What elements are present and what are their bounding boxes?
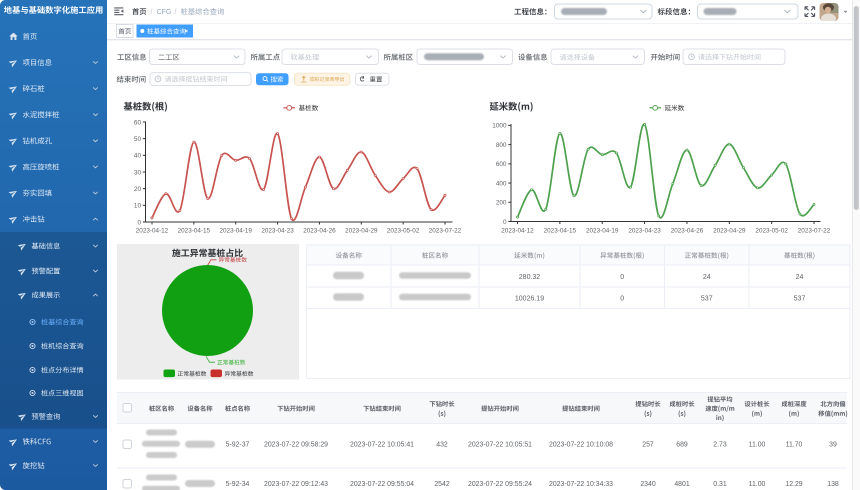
svg-text:20: 20 <box>134 186 142 193</box>
svg-text:60: 60 <box>134 119 142 126</box>
svg-text:2023-04-29: 2023-04-29 <box>713 228 746 235</box>
svg-text:0: 0 <box>503 219 507 226</box>
svg-text:12.29: 12.29 <box>785 481 802 488</box>
svg-text:5-92-37: 5-92-37 <box>226 442 250 449</box>
svg-text:280.32: 280.32 <box>519 274 541 281</box>
svg-text:257: 257 <box>642 442 654 449</box>
svg-text:2023-07-22: 2023-07-22 <box>798 228 831 235</box>
svg-text:2542: 2542 <box>434 481 449 488</box>
svg-text:2023-07-22 09:12:43: 2023-07-22 09:12:43 <box>264 481 328 488</box>
svg-text:2023-04-26: 2023-04-26 <box>303 228 336 235</box>
svg-text:11.70: 11.70 <box>786 442 803 449</box>
svg-text:24: 24 <box>796 274 804 281</box>
svg-text:2023-04-23: 2023-04-23 <box>628 228 661 235</box>
svg-text:2023-07-22 09:55:24: 2023-07-22 09:55:24 <box>468 481 532 488</box>
svg-text:2023-04-23: 2023-04-23 <box>261 228 294 235</box>
svg-text:24: 24 <box>703 274 711 281</box>
svg-text:2023-04-26: 2023-04-26 <box>671 228 704 235</box>
svg-text:10: 10 <box>134 203 142 210</box>
svg-text:2023-05-02: 2023-05-02 <box>755 228 788 235</box>
svg-text:200: 200 <box>496 200 507 207</box>
svg-text:2023-07-22 10:05:51: 2023-07-22 10:05:51 <box>468 442 532 449</box>
svg-text:39: 39 <box>829 442 837 449</box>
svg-text:2023-04-15: 2023-04-15 <box>178 228 211 235</box>
svg-text:2.73: 2.73 <box>713 442 727 449</box>
svg-text:400: 400 <box>496 180 507 187</box>
svg-text:2023-07-22 09:55:04: 2023-07-22 09:55:04 <box>350 481 414 488</box>
svg-text:11.00: 11.00 <box>749 481 766 488</box>
svg-text:2023-05-02: 2023-05-02 <box>387 228 420 235</box>
svg-text:689: 689 <box>676 442 688 449</box>
svg-text:4801: 4801 <box>674 481 689 488</box>
svg-text:537: 537 <box>794 295 806 302</box>
svg-text:1000: 1000 <box>492 123 507 130</box>
svg-text:2023-07-22: 2023-07-22 <box>429 228 462 235</box>
svg-text:800: 800 <box>496 142 507 149</box>
svg-text:0: 0 <box>620 274 624 281</box>
svg-text:600: 600 <box>496 161 507 168</box>
svg-text:/: / <box>151 9 153 16</box>
svg-text:2023-04-12: 2023-04-12 <box>501 228 534 235</box>
svg-text:50: 50 <box>134 136 142 143</box>
svg-text:0: 0 <box>137 219 141 226</box>
svg-text:/: / <box>175 9 177 16</box>
svg-text:2023-04-19: 2023-04-19 <box>586 228 619 235</box>
svg-text:2340: 2340 <box>640 481 655 488</box>
svg-text:2023-07-22 10:05:41: 2023-07-22 10:05:41 <box>350 442 414 449</box>
svg-text:11.00: 11.00 <box>749 442 766 449</box>
svg-text:2023-04-15: 2023-04-15 <box>544 228 577 235</box>
svg-text:138: 138 <box>827 481 839 488</box>
svg-text:2023-04-29: 2023-04-29 <box>345 228 378 235</box>
svg-text:5-92-34: 5-92-34 <box>226 481 250 488</box>
svg-text:10026.19: 10026.19 <box>515 295 544 302</box>
svg-text:0: 0 <box>620 295 624 302</box>
svg-text:2023-07-22 09:58:29: 2023-07-22 09:58:29 <box>264 442 328 449</box>
svg-text:30: 30 <box>134 169 142 176</box>
svg-text:40: 40 <box>134 153 142 160</box>
svg-text:CFG: CFG <box>157 9 172 16</box>
svg-text:2023-07-22 10:34:33: 2023-07-22 10:34:33 <box>549 481 613 488</box>
svg-text:537: 537 <box>701 295 713 302</box>
svg-text:0.31: 0.31 <box>713 481 727 488</box>
svg-text:2023-07-22 10:10:08: 2023-07-22 10:10:08 <box>549 442 613 449</box>
svg-text:432: 432 <box>436 442 448 449</box>
svg-text:2023-04-12: 2023-04-12 <box>136 228 169 235</box>
svg-text:2023-04-19: 2023-04-19 <box>219 228 252 235</box>
